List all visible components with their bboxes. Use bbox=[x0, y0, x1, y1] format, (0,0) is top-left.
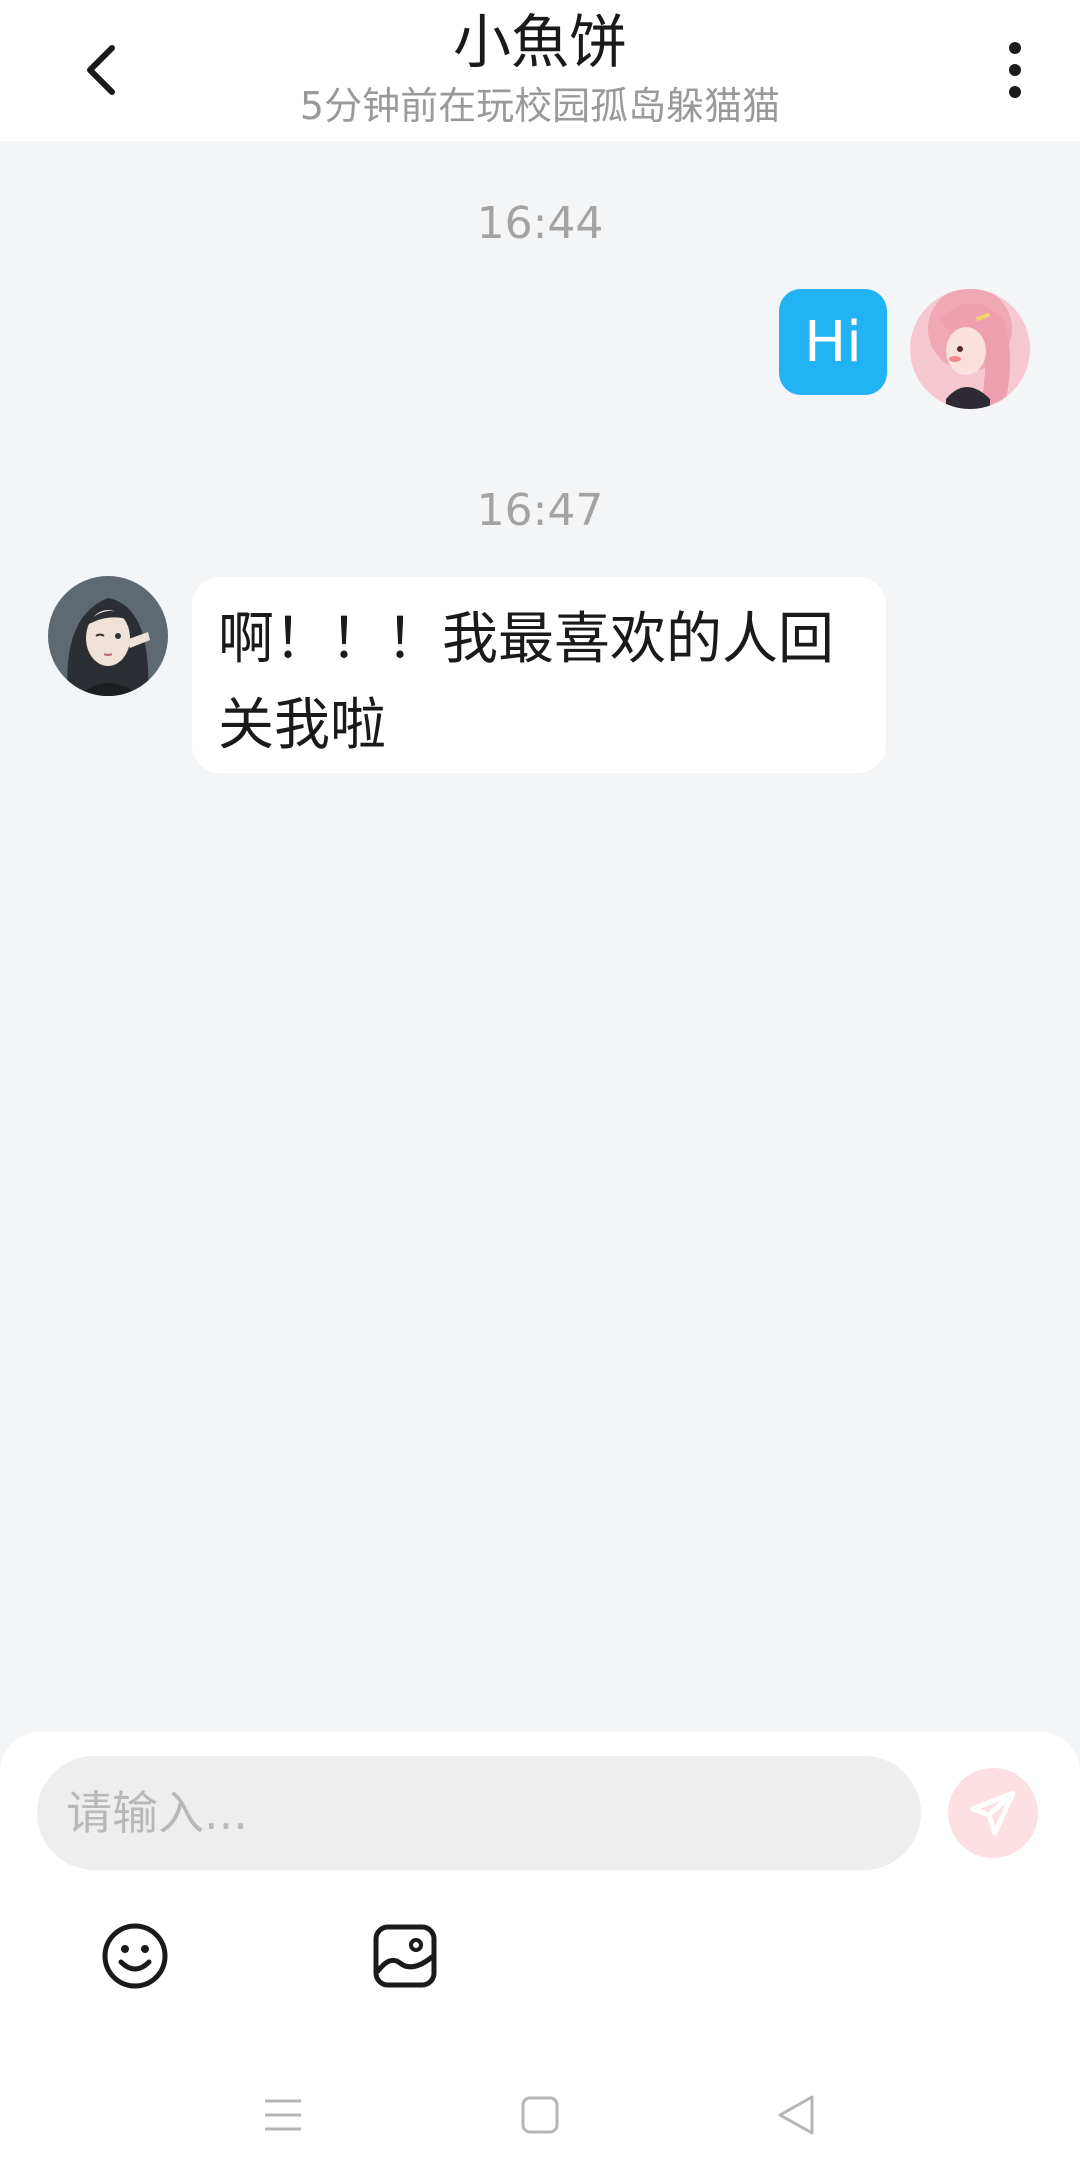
nav-back-button[interactable] bbox=[766, 2085, 826, 2145]
emoji-button[interactable] bbox=[100, 1921, 170, 1991]
home-square-icon bbox=[521, 2096, 559, 2134]
my-avatar[interactable] bbox=[910, 289, 1030, 409]
image-button[interactable] bbox=[370, 1921, 440, 1991]
incoming-message-bubble[interactable]: 啊！！！我最喜欢的人回关我啦 bbox=[192, 577, 886, 773]
outgoing-message-bubble[interactable]: Hi bbox=[779, 289, 887, 395]
chat-header: 小魚饼 5分钟前在玩校园孤岛躲猫猫 bbox=[0, 0, 1080, 141]
contact-name: 小魚饼 bbox=[452, 8, 627, 76]
vertical-dots-icon bbox=[1009, 42, 1021, 98]
more-options-button[interactable] bbox=[990, 30, 1040, 110]
paper-plane-icon bbox=[970, 1790, 1016, 1836]
message-timestamp: 16:47 bbox=[476, 485, 604, 536]
nav-home-button[interactable] bbox=[510, 2085, 570, 2145]
contact-avatar[interactable] bbox=[48, 576, 168, 696]
send-button[interactable] bbox=[948, 1768, 1038, 1858]
emoji-icon bbox=[102, 1923, 168, 1989]
message-input[interactable]: 请输入... bbox=[37, 1756, 921, 1870]
chat-screen: 小魚饼 5分钟前在玩校园孤岛躲猫猫 16:44 Hi 16:47 啊！！！我最喜… bbox=[0, 0, 1080, 2179]
message-timestamp: 16:44 bbox=[476, 198, 604, 249]
image-icon bbox=[373, 1924, 437, 1988]
back-triangle-icon bbox=[778, 2095, 814, 2135]
contact-status: 5分钟前在玩校园孤岛躲猫猫 bbox=[299, 84, 781, 128]
menu-icon bbox=[265, 2099, 301, 2131]
nav-menu-button[interactable] bbox=[253, 2085, 313, 2145]
